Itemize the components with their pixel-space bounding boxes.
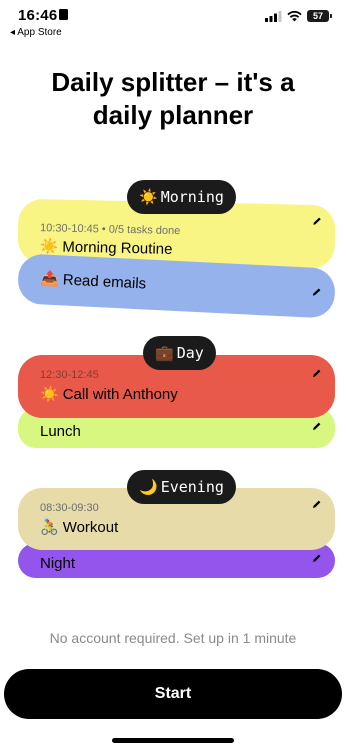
page-title: Daily splitter – it's a daily planner — [0, 66, 346, 132]
clock: 16:46 — [18, 7, 58, 24]
pencil-icon[interactable] — [313, 217, 321, 225]
moon-icon: 🌙 — [139, 478, 158, 496]
no-account-note: No account required. Set up in 1 minute — [49, 630, 297, 646]
page-title-line-1: Daily splitter – it's a — [51, 67, 295, 97]
sun-icon: ☀️ — [40, 385, 59, 403]
workout-label: 🚴 Workout — [40, 518, 119, 536]
section-header-morning: ☀️ Morning — [127, 180, 236, 214]
battery-icon: 57 — [307, 10, 332, 22]
page-title-line-2: daily planner — [92, 100, 254, 130]
battery-level: 57 — [307, 10, 329, 22]
sun-icon: ☀️ — [39, 237, 59, 256]
status-bar: 16:46 ◂ App Store 57 — [0, 0, 346, 40]
pencil-icon[interactable] — [312, 288, 321, 296]
workout-meta: 08:30-09:30 — [40, 502, 99, 514]
outbox-tray-icon: 📤 — [39, 269, 60, 289]
briefcase-icon: 💼 — [155, 344, 174, 362]
wifi-icon — [287, 10, 302, 21]
read-emails-label: 📤 Read emails — [39, 269, 147, 293]
sun-icon: ☀️ — [139, 188, 158, 206]
pencil-icon[interactable] — [313, 369, 321, 377]
pencil-icon[interactable] — [313, 554, 321, 562]
start-button[interactable]: Start — [4, 669, 342, 719]
lunch-label: Lunch — [40, 423, 81, 440]
pencil-icon[interactable] — [313, 500, 321, 508]
back-to-app-store-link[interactable]: ◂ App Store — [10, 27, 62, 38]
person-badge-icon — [59, 9, 68, 20]
section-header-day: 💼 Day — [143, 336, 216, 370]
section-header-evening: 🌙 Evening — [127, 470, 236, 504]
cellular-signal-icon — [265, 10, 282, 22]
cyclist-icon: 🚴 — [40, 518, 59, 536]
call-meta: 12:30-12:45 — [40, 369, 99, 381]
call-with-anthony-label: ☀️ Call with Anthony — [40, 385, 178, 403]
pencil-icon[interactable] — [313, 422, 321, 430]
night-label: Night — [40, 555, 76, 572]
status-indicators: 57 — [265, 10, 332, 22]
morning-routine-meta: 10:30-10:45 • 0/5 tasks done — [39, 222, 181, 238]
home-indicator[interactable] — [112, 738, 234, 743]
